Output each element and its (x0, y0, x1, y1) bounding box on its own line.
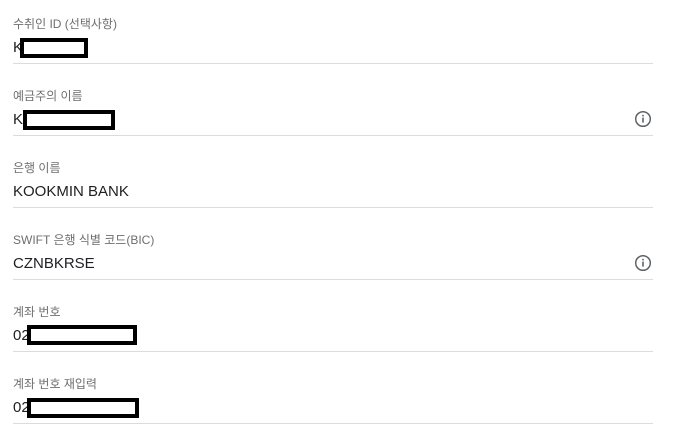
redaction-box (27, 325, 137, 345)
account-number-confirm-label: 계좌 번호 재입력 (13, 377, 97, 391)
swift-bic-label: SWIFT 은행 식별 코드(BIC) (13, 233, 155, 247)
field-underline (13, 63, 653, 64)
account-number-confirm-field[interactable]: 계좌 번호 재입력 02 (13, 360, 653, 432)
payee-id-field[interactable]: 수취인 ID (선택사항) K (13, 0, 653, 72)
field-underline (13, 351, 653, 352)
field-underline (13, 279, 653, 280)
bank-name-field[interactable]: 은행 이름 KOOKMIN BANK (13, 144, 653, 216)
field-underline (13, 207, 653, 208)
field-underline (13, 423, 653, 424)
account-number-field[interactable]: 계좌 번호 02 (13, 288, 653, 360)
redaction-box (27, 398, 139, 418)
account-holder-name-label: 예금주의 이름 (13, 89, 83, 103)
bank-name-value[interactable]: KOOKMIN BANK (13, 183, 129, 201)
field-underline (13, 135, 653, 136)
swift-bic-value[interactable]: CZNBKRSE (13, 255, 95, 273)
swift-bic-field[interactable]: SWIFT 은행 식별 코드(BIC) CZNBKRSE (13, 216, 653, 288)
account-holder-name-value[interactable]: K (13, 111, 23, 129)
info-icon[interactable] (634, 110, 652, 128)
account-holder-name-field[interactable]: 예금주의 이름 K (13, 72, 653, 144)
account-number-label: 계좌 번호 (13, 305, 61, 319)
bank-name-label: 은행 이름 (13, 161, 61, 175)
redaction-box (23, 110, 115, 130)
redaction-box (20, 38, 88, 58)
payee-form: 수취인 ID (선택사항) K 예금주의 이름 K 은행 이름 KOOKMIN … (0, 0, 682, 440)
payee-id-label: 수취인 ID (선택사항) (13, 17, 117, 31)
info-icon[interactable] (634, 254, 652, 272)
